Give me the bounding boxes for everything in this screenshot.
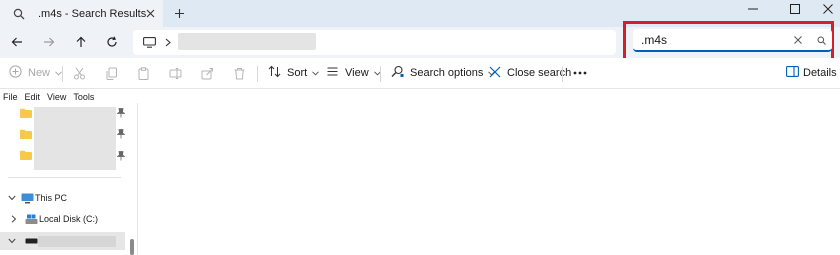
chevron-right-icon[interactable] <box>163 35 173 49</box>
chevron-down-icon[interactable] <box>8 237 16 245</box>
chevron-down-icon <box>55 70 62 76</box>
rename-icon[interactable] <box>169 65 182 81</box>
paste-icon[interactable] <box>137 65 150 81</box>
tree-label-this-pc: This PC <box>35 193 68 203</box>
refresh-icon[interactable] <box>104 34 120 50</box>
maximize-icon[interactable] <box>775 0 815 18</box>
menu-bar: File Edit View Tools <box>0 90 840 103</box>
sort-icon <box>268 65 281 81</box>
search-options-button[interactable]: Search options <box>391 65 496 81</box>
close-icon <box>489 66 501 81</box>
share-icon[interactable] <box>201 65 214 81</box>
forward-arrow-icon[interactable] <box>41 34 57 50</box>
close-tab-icon[interactable] <box>143 6 157 20</box>
separator <box>62 66 63 82</box>
close-window-icon[interactable] <box>815 0 840 18</box>
sort-button[interactable]: Sort <box>268 65 320 81</box>
new-label: New <box>28 67 51 79</box>
menu-view[interactable]: View <box>47 92 66 102</box>
redacted-path <box>178 33 316 50</box>
view-button[interactable]: View <box>326 65 381 81</box>
details-label: Details <box>803 67 837 79</box>
plus-circle-icon <box>9 65 22 81</box>
close-search-button[interactable]: Close search <box>489 65 571 81</box>
folder-icon[interactable] <box>20 129 32 139</box>
redacted-drive-name <box>38 236 116 247</box>
folder-icon[interactable] <box>20 108 32 118</box>
view-icon <box>326 65 339 81</box>
folder-icon[interactable] <box>20 150 32 160</box>
minimize-icon[interactable] <box>733 0 773 18</box>
separator <box>380 66 381 82</box>
delete-icon[interactable] <box>233 65 246 81</box>
separator <box>257 66 258 82</box>
chevron-down-icon <box>312 70 320 76</box>
details-pane-icon <box>786 66 799 80</box>
menu-tools[interactable]: Tools <box>73 92 94 102</box>
tab-title: .m4s - Search Results <box>38 7 147 20</box>
sort-label: Sort <box>287 67 308 79</box>
pin-icon[interactable] <box>117 108 125 118</box>
drive-icon <box>24 235 38 247</box>
nav-separator <box>8 177 121 178</box>
clear-search-icon[interactable] <box>792 34 804 46</box>
separator <box>562 66 563 82</box>
search-options-icon <box>391 65 404 81</box>
menu-edit[interactable]: Edit <box>25 92 41 102</box>
chevron-right-icon[interactable] <box>10 215 18 223</box>
pin-icon[interactable] <box>117 129 125 139</box>
pc-icon <box>20 192 34 204</box>
details-button[interactable]: Details <box>786 65 837 81</box>
pin-icon[interactable] <box>117 151 125 161</box>
drive-icon <box>24 213 38 225</box>
tab-search-results[interactable]: .m4s - Search Results <box>0 0 163 27</box>
search-results-pane[interactable] <box>138 103 840 255</box>
new-button[interactable]: New <box>9 65 62 81</box>
redacted-quick-access <box>34 107 116 170</box>
tree-item-local-disk[interactable]: Local Disk (C:) <box>0 210 125 228</box>
search-icon[interactable] <box>815 34 827 46</box>
more-options-icon[interactable] <box>573 65 587 81</box>
cut-icon[interactable] <box>73 65 86 81</box>
monitor-icon <box>142 36 156 48</box>
search-options-label: Search options <box>410 67 484 79</box>
address-field[interactable] <box>133 30 616 55</box>
view-label: View <box>345 67 369 79</box>
search-input[interactable] <box>641 32 781 47</box>
tree-item-this-pc[interactable]: This PC <box>0 189 125 207</box>
tree-label-local-disk: Local Disk (C:) <box>39 214 99 224</box>
command-bar: New Sort View Search options Close searc… <box>0 58 840 89</box>
search-box[interactable] <box>633 29 832 52</box>
nav-scrollbar[interactable] <box>130 239 134 255</box>
new-tab-icon[interactable] <box>172 6 186 20</box>
menu-file[interactable]: File <box>3 92 18 102</box>
chevron-down-icon[interactable] <box>8 194 16 202</box>
back-arrow-icon[interactable] <box>9 34 25 50</box>
tree-item-drive[interactable] <box>0 232 125 250</box>
up-arrow-icon[interactable] <box>73 34 89 50</box>
search-icon <box>12 7 26 21</box>
copy-icon[interactable] <box>105 65 118 81</box>
